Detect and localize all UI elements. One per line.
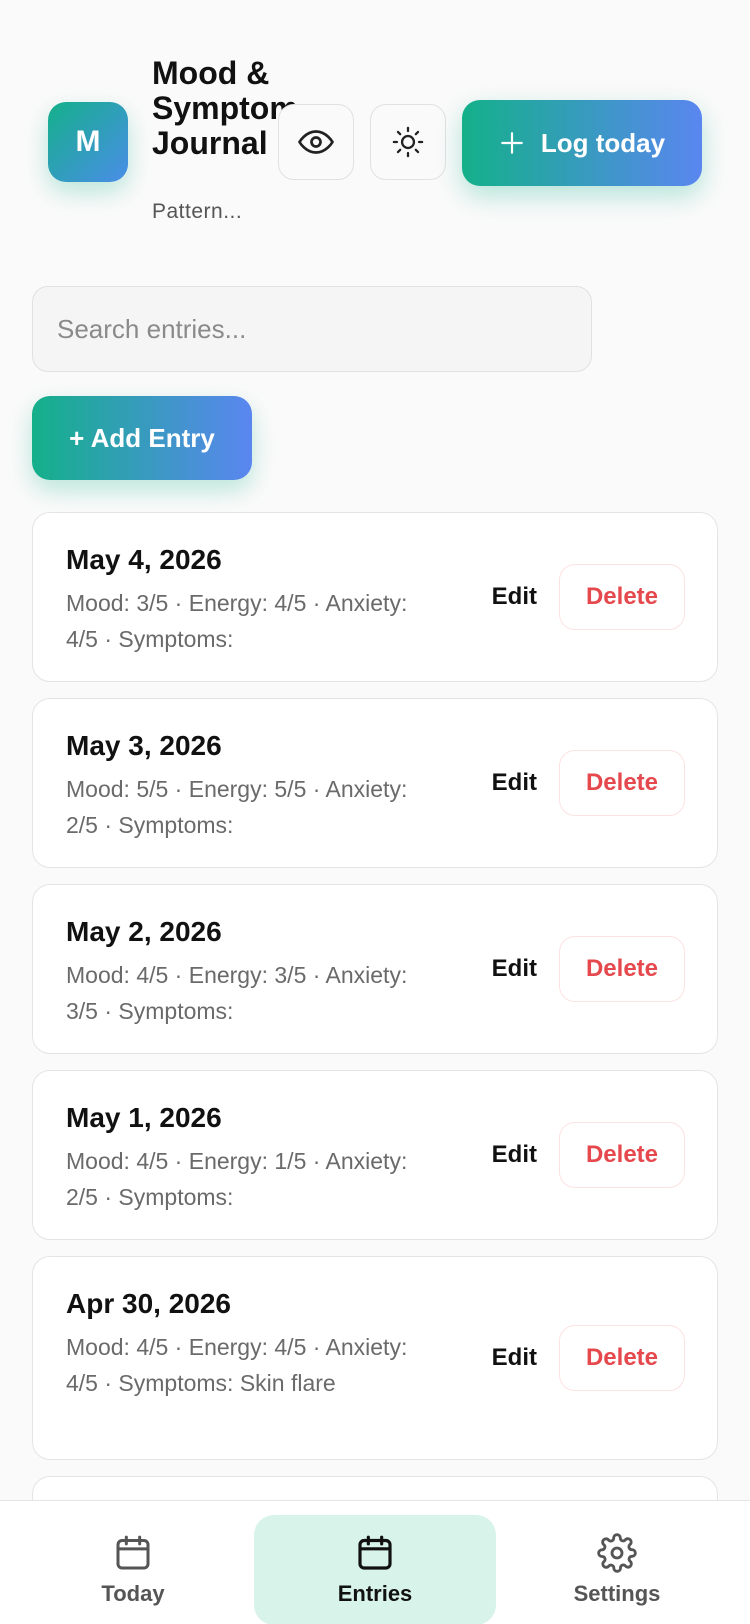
nav-today-label: Today: [101, 1581, 165, 1606]
entry-summary: Mood: 3/5 · Energy: 4/5 · Anxiety: 4/5 ·…: [66, 590, 408, 652]
entry-date: May 1, 2026: [66, 1102, 222, 1133]
nav-settings-label: Settings: [573, 1581, 661, 1606]
theme-toggle-button[interactable]: [370, 104, 446, 180]
app-header: M Mood & Symptom Journal Pattern... Log …: [0, 0, 750, 250]
search-input[interactable]: [32, 286, 592, 372]
nav-settings[interactable]: Settings: [496, 1515, 738, 1624]
entry-card: Apr 30, 2026 Mood: 4/5 · Energy: 4/5 · A…: [32, 1256, 718, 1460]
app-root: M Mood & Symptom Journal Pattern... Log …: [0, 0, 750, 1624]
nav-entries[interactable]: Entries: [254, 1515, 496, 1624]
log-today-label: Log today: [540, 127, 666, 158]
edit-button[interactable]: Edit: [492, 1141, 537, 1169]
delete-button[interactable]: Delete: [559, 1325, 685, 1391]
edit-button[interactable]: Edit: [492, 769, 537, 797]
edit-button[interactable]: Edit: [492, 1344, 537, 1372]
nav-entries-label: Entries: [337, 1581, 413, 1606]
entry-summary: Mood: 5/5 · Energy: 5/5 · Anxiety: 2/5 ·…: [66, 776, 408, 838]
app-logo: M: [48, 102, 128, 182]
visibility-toggle-button[interactable]: [278, 104, 354, 180]
app-subtitle: Pattern...: [152, 200, 243, 223]
delete-button[interactable]: Delete: [559, 750, 685, 816]
entries-list: May 4, 2026 Mood: 3/5 · Energy: 4/5 · An…: [32, 512, 718, 1532]
entry-card: May 1, 2026 Mood: 4/5 · Energy: 1/5 · An…: [32, 1070, 718, 1240]
logo-letter: M: [75, 125, 101, 158]
delete-button[interactable]: Delete: [559, 564, 685, 630]
entry-card: May 3, 2026 Mood: 5/5 · Energy: 5/5 · An…: [32, 698, 718, 868]
entry-date: Apr 30, 2026: [66, 1288, 231, 1319]
entry-summary: Mood: 4/5 · Energy: 4/5 · Anxiety: 4/5 ·…: [66, 1334, 408, 1396]
eye-icon: [298, 130, 334, 154]
entry-summary: Mood: 4/5 · Energy: 3/5 · Anxiety: 3/5 ·…: [66, 962, 408, 1024]
add-entry-button[interactable]: + Add Entry: [32, 396, 252, 480]
edit-button[interactable]: Edit: [492, 955, 537, 983]
delete-button[interactable]: Delete: [559, 1122, 685, 1188]
sun-icon: [392, 126, 424, 158]
entry-date: May 4, 2026: [66, 544, 222, 575]
bottom-nav: Today Entries Settings: [0, 1500, 750, 1624]
calendar-icon: [358, 1535, 392, 1570]
entry-summary: Mood: 4/5 · Energy: 1/5 · Anxiety: 2/5 ·…: [66, 1148, 408, 1210]
app-title: Mood & Symptom Journal: [152, 55, 298, 161]
calendar-icon: [116, 1535, 150, 1570]
plus-icon: [501, 132, 523, 154]
log-today-button[interactable]: Log today: [462, 100, 702, 186]
entry-date: May 3, 2026: [66, 730, 222, 761]
entry-card: May 4, 2026 Mood: 3/5 · Energy: 4/5 · An…: [32, 512, 718, 682]
entry-date: May 2, 2026: [66, 916, 222, 947]
gear-icon: [597, 1533, 637, 1573]
entry-card: May 2, 2026 Mood: 4/5 · Energy: 3/5 · An…: [32, 884, 718, 1054]
edit-button[interactable]: Edit: [492, 583, 537, 611]
nav-today[interactable]: Today: [12, 1515, 254, 1624]
delete-button[interactable]: Delete: [559, 936, 685, 1002]
